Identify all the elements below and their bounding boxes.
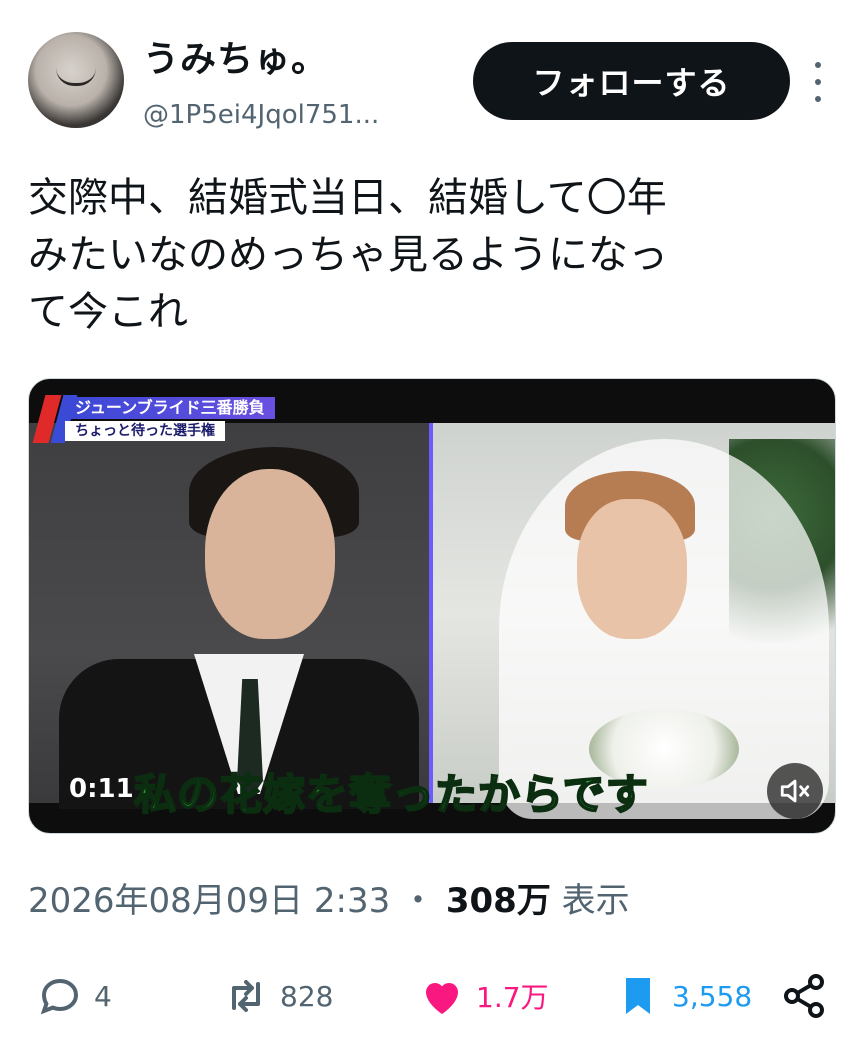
retweet-icon: [232, 980, 260, 1012]
reply-count: 4: [94, 979, 112, 1013]
like-button[interactable]: 1.7万: [418, 972, 549, 1020]
video-player[interactable]: ジューンブライド三番勝負 ちょっと待った選手権 私の花嫁を奪ったからです 0:1…: [28, 378, 836, 834]
speech-bubble-icon: [40, 978, 79, 1015]
view-label: 表示: [561, 881, 630, 921]
retweet-count: 828: [280, 979, 334, 1013]
share-icon: [784, 974, 824, 1018]
more-options-icon[interactable]: [808, 62, 828, 102]
bookmark-button[interactable]: 3,558: [614, 972, 752, 1020]
tweet-datetime[interactable]: 2026年08月09日 2:33: [28, 881, 390, 921]
mute-toggle-button[interactable]: [767, 763, 823, 819]
tweet-text: 交際中、結婚式当日、結婚して〇年 みたいなのめっちゃ見るようになっ て今これ: [28, 175, 668, 335]
heart-icon: [426, 983, 458, 1014]
bookmark-icon: [626, 978, 650, 1014]
show-title: ジューンブライド三番勝負: [65, 397, 275, 419]
retweet-button[interactable]: 828: [222, 972, 333, 1020]
like-count: 1.7万: [476, 981, 549, 1014]
bookmark-count: 3,558: [672, 979, 753, 1013]
speaker-muted-icon: [780, 779, 810, 803]
show-segment: ちょっと待った選手権: [65, 421, 225, 441]
view-count: 308万: [445, 881, 551, 921]
display-name[interactable]: うみちゅ。: [143, 30, 328, 82]
reply-button[interactable]: 4: [36, 972, 112, 1020]
user-handle[interactable]: @1P5ei4Jqol751...: [143, 100, 379, 130]
tweet-header: うみちゅ。 @1P5ei4Jqol751... フォローする: [0, 0, 864, 150]
avatar[interactable]: [28, 32, 124, 128]
video-subtitle: 私の花嫁を奪ったからです: [133, 769, 649, 820]
action-bar: 4 828 1.7万 3,558: [0, 960, 864, 1030]
tweet-meta: 2026年08月09日 2:33 ・ 308万 表示: [28, 873, 630, 922]
follow-button[interactable]: フォローする: [473, 42, 790, 120]
meta-separator: ・: [401, 881, 436, 921]
video-timecode: 0:11: [69, 774, 134, 804]
share-button[interactable]: [780, 972, 828, 1020]
